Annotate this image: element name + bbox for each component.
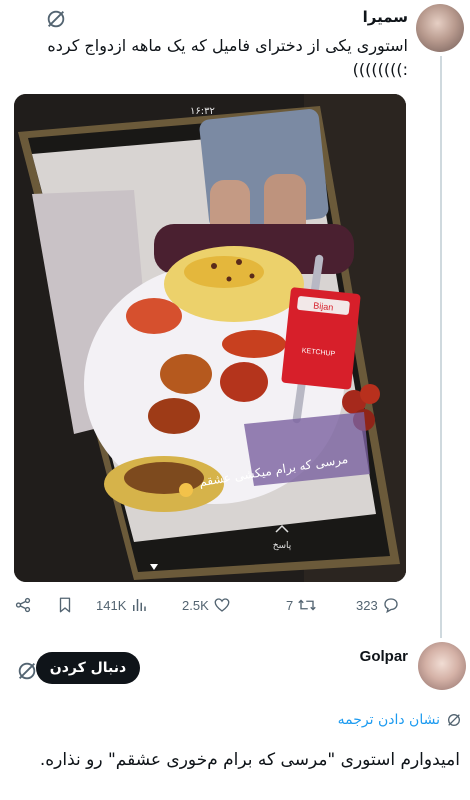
views-icon xyxy=(133,599,147,611)
story-reply-label: پاسخ xyxy=(273,541,292,551)
reply-username[interactable]: Golpar xyxy=(360,648,408,665)
reply-avatar[interactable] xyxy=(418,642,466,690)
bookmark-button[interactable] xyxy=(56,596,74,614)
reposts-count: 7 xyxy=(286,597,294,613)
repost-button[interactable]: 7 xyxy=(286,596,317,614)
follow-button[interactable]: دنبال کردن xyxy=(36,652,140,684)
globe-icon xyxy=(448,714,460,726)
grok-icon[interactable] xyxy=(16,660,38,682)
avatar[interactable] xyxy=(416,4,464,52)
comment-icon xyxy=(384,598,398,614)
heart-icon xyxy=(214,598,230,612)
repost-icon xyxy=(298,599,316,611)
views-count: 141K xyxy=(96,597,127,613)
ketchup-brand: Bijan xyxy=(313,300,334,312)
views-button[interactable]: 141K xyxy=(96,596,148,614)
likes-count: 2.5K xyxy=(182,597,209,613)
share-icon xyxy=(15,597,31,613)
phone-status-time: ۱۶:۳۲ xyxy=(190,106,215,117)
show-translation-label: نشان دادن ترجمه xyxy=(337,712,440,728)
bookmark-icon xyxy=(59,597,71,613)
emoji-icon xyxy=(179,483,193,497)
post-username[interactable]: سمیرا xyxy=(363,8,408,26)
share-button[interactable] xyxy=(14,596,32,614)
post-media-image[interactable]: Bijan KETCHUP ۱۶:۳۲ مرسی که برام میکشی ع… xyxy=(14,94,406,582)
show-translation-link[interactable]: نشان دادن ترجمه xyxy=(338,712,462,728)
thread-connector-line xyxy=(440,56,442,638)
post-text: استوری یکی از دخترای فامیل که یک ماهه از… xyxy=(47,36,408,79)
comments-count: 323 xyxy=(356,597,378,613)
comment-button[interactable]: 323 xyxy=(356,596,400,614)
grok-icon[interactable] xyxy=(45,8,67,30)
like-button[interactable]: 2.5K xyxy=(182,596,231,614)
reply-text: امیدوارم استوری "مرسی که برام م‌خوری عشق… xyxy=(39,750,460,770)
post-action-bar: 141K 2.5K 7 323 xyxy=(14,596,412,616)
